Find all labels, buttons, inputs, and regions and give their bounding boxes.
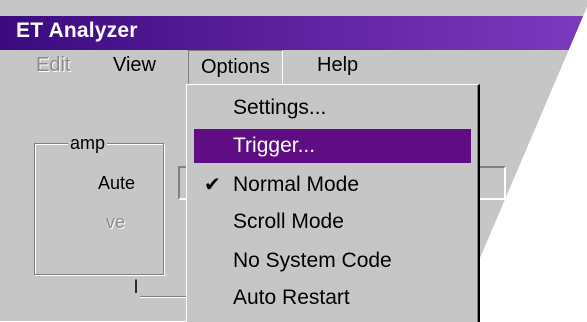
groupbox-label: amp [68,133,108,154]
menu-help[interactable]: Help [317,54,358,77]
group-option-2[interactable]: ve [106,212,125,233]
menu-item-trigger[interactable]: Trigger... [194,129,471,163]
menu-item-label: Auto Restart [233,286,350,309]
menu-view[interactable]: View [113,54,156,77]
menu-options[interactable]: Options [188,50,283,85]
divider-right [478,296,533,297]
input-field-right[interactable] [476,166,506,200]
label-right-top: C [528,138,541,158]
menu-item-no-system-code[interactable]: No System Code [194,244,471,278]
checkmark-icon: ✔ [204,174,221,196]
menu-item-label: Scroll Mode [233,210,344,233]
group-option-1[interactable]: Aute [98,173,135,194]
menu-item-auto-restart[interactable]: Auto Restart [194,281,471,315]
menu-item-scroll-mode[interactable]: Scroll Mode [194,205,471,239]
menu-edit[interactable]: Edit [36,54,70,77]
menu-item-normal-mode[interactable]: ✔ Normal Mode [194,168,471,202]
options-dropdown-menu: Settings... Trigger... ✔ Normal Mode Scr… [186,84,480,322]
label-bottom-left: l [134,277,138,297]
menu-bar [0,50,587,86]
groupbox [34,143,164,275]
menu-item-label: No System Code [233,249,392,272]
menu-item-label: Normal Mode [233,173,360,196]
window-title: ET Analyzer [16,19,138,42]
menu-item-label: Trigger... [233,134,316,157]
menu-item-settings[interactable]: Settings... [194,91,471,125]
divider-left [140,296,188,297]
menu-item-label: Settings... [233,96,327,119]
input-field-far-right[interactable] [525,166,549,200]
screen: ET Analyzer Edit View Options Help amp A… [0,0,587,322]
